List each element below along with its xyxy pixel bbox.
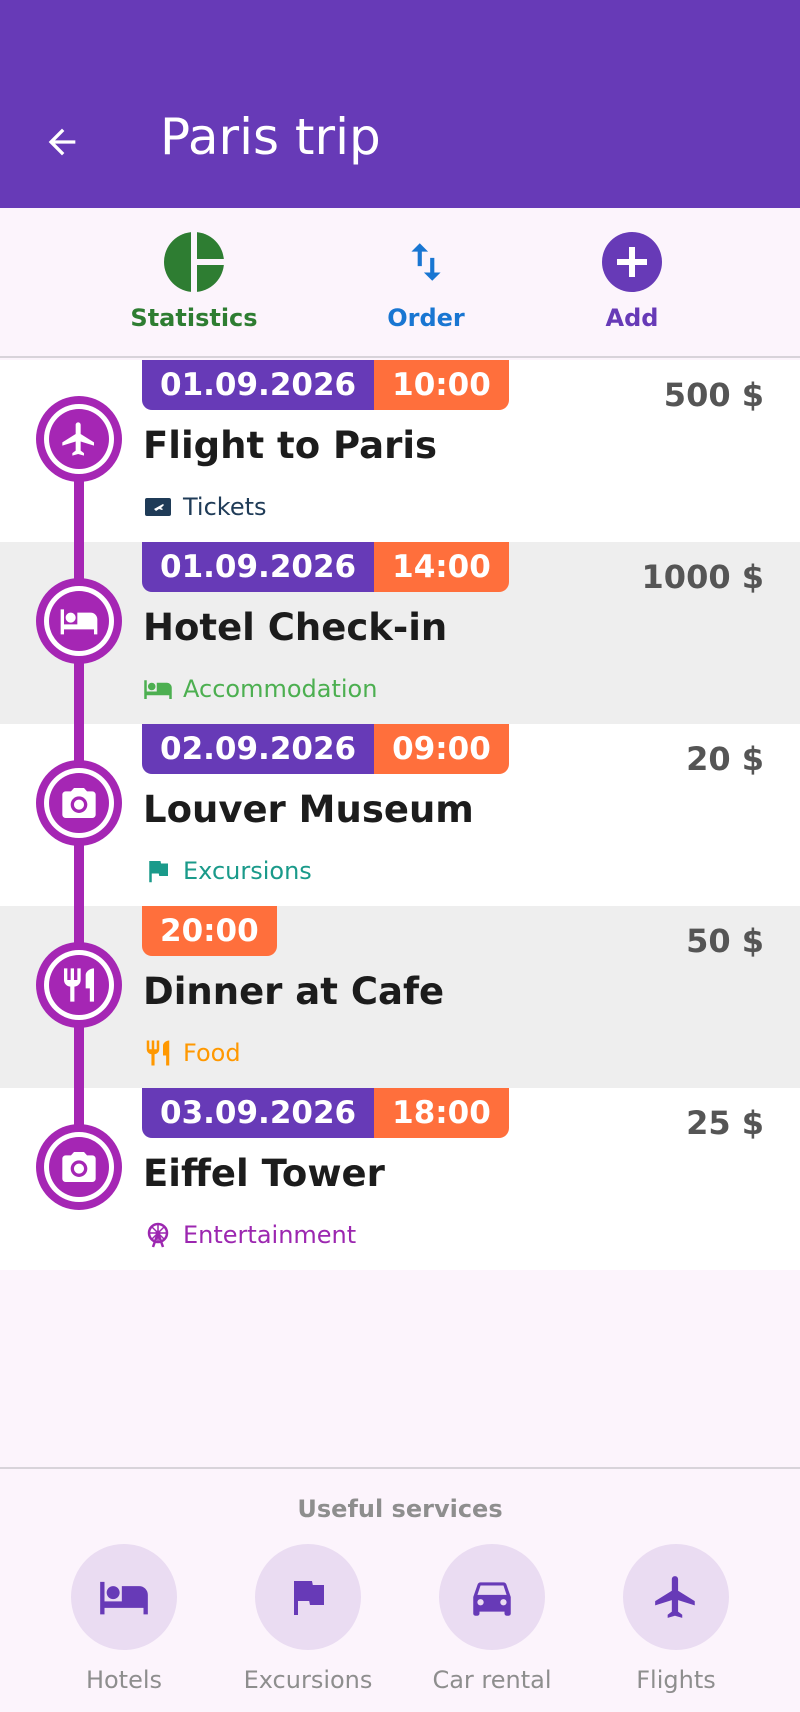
timeline-node <box>36 396 122 482</box>
services-title: Useful services <box>297 1495 503 1523</box>
service-car-rental[interactable]: Car rental <box>402 1544 582 1704</box>
date-badge: 01.09.2026 <box>142 542 375 592</box>
time-badge: 18:00 <box>374 1088 509 1138</box>
timeline-node <box>36 578 122 664</box>
date-badge: 03.09.2026 <box>142 1088 375 1138</box>
event-category-label: Food <box>183 1039 241 1067</box>
ticket-icon <box>143 492 173 522</box>
service-flights[interactable]: Flights <box>586 1544 766 1704</box>
flag-icon <box>294 1581 324 1615</box>
service-hotels[interactable]: Hotels <box>34 1544 214 1704</box>
bed-icon <box>143 674 173 704</box>
event-badges: 01.09.2026 10:00 <box>142 360 509 410</box>
flag-icon <box>143 856 173 886</box>
event-badges: 20:00 <box>142 906 277 956</box>
time-badge: 20:00 <box>142 906 277 956</box>
camera-icon <box>62 1152 96 1182</box>
swap-vertical-icon <box>411 243 441 281</box>
event-amount: 20 $ <box>686 740 764 778</box>
event-category: Food <box>143 1036 241 1070</box>
bed-icon <box>60 609 98 635</box>
order-button[interactable]: Order <box>336 232 516 348</box>
service-excursions[interactable]: Excursions <box>218 1544 398 1704</box>
event-title: Hotel Check-in <box>143 606 448 649</box>
page-title: Paris trip <box>160 108 381 166</box>
event-badges: 01.09.2026 14:00 <box>142 542 509 592</box>
order-label: Order <box>387 304 465 332</box>
event-amount: 500 $ <box>663 376 764 414</box>
app-bar: Paris trip <box>0 0 800 208</box>
airplane-icon <box>655 1576 695 1618</box>
time-badge: 10:00 <box>374 360 509 410</box>
service-label: Hotels <box>85 1666 163 1694</box>
timeline-node <box>36 942 122 1028</box>
event-title: Dinner at Cafe <box>143 970 445 1013</box>
event-category: Tickets <box>143 490 267 524</box>
service-label: Flights <box>636 1666 716 1694</box>
event-category-label: Entertainment <box>183 1221 357 1249</box>
event-category-label: Tickets <box>183 493 267 521</box>
airplane-icon <box>62 422 94 456</box>
car-icon <box>473 1582 511 1616</box>
statistics-button[interactable]: Statistics <box>104 232 284 348</box>
time-badge: 14:00 <box>374 542 509 592</box>
event-title: Eiffel Tower <box>143 1152 385 1195</box>
bed-icon <box>100 1581 148 1615</box>
useful-services: Useful services Hotels Excursions Car re… <box>0 1467 800 1712</box>
time-badge: 09:00 <box>374 724 509 774</box>
event-amount: 50 $ <box>686 922 764 960</box>
event-amount: 25 $ <box>686 1104 764 1142</box>
ferris-wheel-icon <box>143 1220 173 1250</box>
timeline-node <box>36 760 122 846</box>
event-category-label: Accommodation <box>183 675 378 703</box>
event-badges: 03.09.2026 18:00 <box>142 1088 509 1138</box>
event-title: Louver Museum <box>143 788 474 831</box>
event-amount: 1000 $ <box>641 558 764 596</box>
arrow-back-icon <box>48 128 76 156</box>
statistics-label: Statistics <box>130 304 258 332</box>
pie-chart-icon <box>164 232 224 292</box>
cutlery-icon <box>143 1038 173 1068</box>
event-title: Flight to Paris <box>143 424 438 467</box>
add-circle-icon <box>602 232 662 292</box>
event-category: Excursions <box>143 854 312 888</box>
service-label: Car rental <box>432 1666 552 1694</box>
date-badge: 01.09.2026 <box>142 360 375 410</box>
camera-icon <box>62 788 96 818</box>
event-badges: 02.09.2026 09:00 <box>142 724 509 774</box>
date-badge: 02.09.2026 <box>142 724 375 774</box>
timeline-node <box>36 1124 122 1210</box>
back-button[interactable] <box>36 116 88 168</box>
action-toolbar: Statistics Order Add <box>0 208 800 358</box>
add-button[interactable]: Add <box>542 232 722 348</box>
event-category: Accommodation <box>143 672 377 706</box>
event-category-label: Excursions <box>183 857 312 885</box>
add-label: Add <box>605 304 659 332</box>
cutlery-icon <box>64 968 94 1002</box>
service-label: Excursions <box>243 1666 373 1694</box>
event-category: Entertainment <box>143 1218 356 1252</box>
